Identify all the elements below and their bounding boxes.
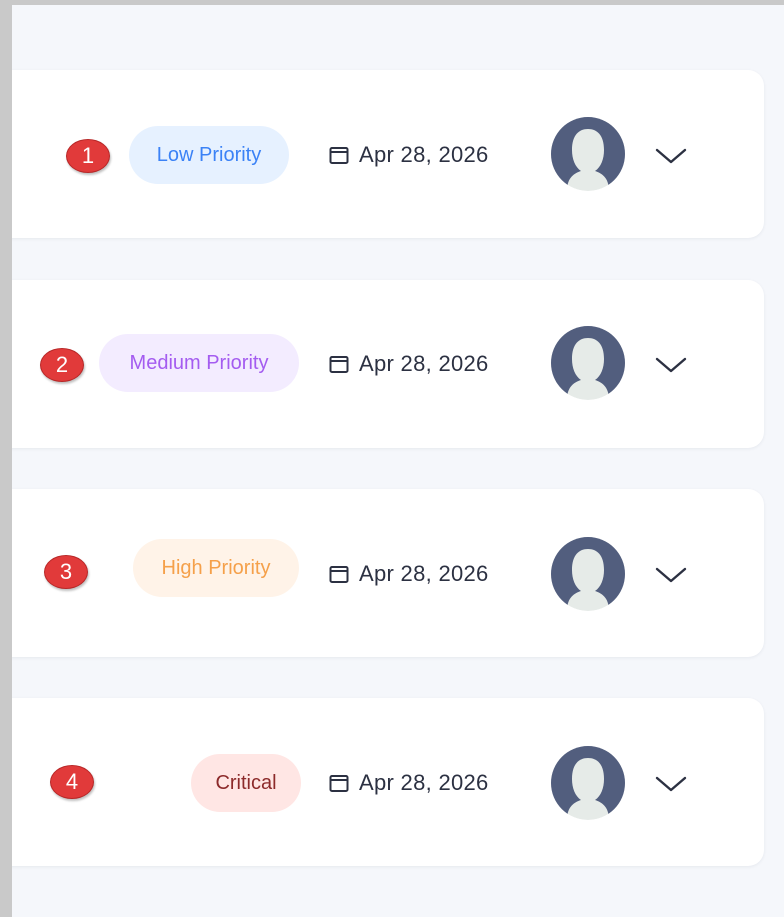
- avatar-placeholder-icon: [551, 537, 625, 611]
- chevron-down-icon[interactable]: [654, 355, 688, 375]
- due-date: Apr 28, 2026: [329, 349, 489, 379]
- due-date-text: Apr 28, 2026: [359, 142, 489, 167]
- assignee-avatar[interactable]: [551, 117, 625, 191]
- due-date: Apr 28, 2026: [329, 140, 489, 170]
- window-frame-left: [0, 0, 12, 917]
- calendar-icon: [329, 147, 349, 164]
- chevron-down-icon[interactable]: [654, 565, 688, 585]
- assignee-avatar[interactable]: [551, 746, 625, 820]
- task-card[interactable]: 3 High Priority Apr 28, 2026: [12, 489, 764, 657]
- task-list: 1 Low Priority Apr 28, 2026 2 Medium Pri…: [12, 5, 784, 917]
- task-card[interactable]: 4 Critical Apr 28, 2026: [12, 698, 764, 866]
- priority-badge-medium: Medium Priority: [99, 334, 299, 392]
- due-date: Apr 28, 2026: [329, 768, 489, 798]
- avatar-placeholder-icon: [551, 746, 625, 820]
- due-date-text: Apr 28, 2026: [359, 351, 489, 376]
- due-date-text: Apr 28, 2026: [359, 770, 489, 795]
- priority-badge-low: Low Priority: [129, 126, 289, 184]
- chevron-down-icon[interactable]: [654, 774, 688, 794]
- calendar-icon: [329, 775, 349, 792]
- task-number-badge: 4: [50, 765, 94, 799]
- chevron-down-icon[interactable]: [654, 146, 688, 166]
- calendar-icon: [329, 566, 349, 583]
- avatar-placeholder-icon: [551, 326, 625, 400]
- assignee-avatar[interactable]: [551, 326, 625, 400]
- due-date: Apr 28, 2026: [329, 559, 489, 589]
- due-date-text: Apr 28, 2026: [359, 561, 489, 586]
- avatar-placeholder-icon: [551, 117, 625, 191]
- task-number-badge: 2: [40, 348, 84, 382]
- calendar-icon: [329, 356, 349, 373]
- priority-badge-critical: Critical: [191, 754, 301, 812]
- task-number-badge: 3: [44, 555, 88, 589]
- assignee-avatar[interactable]: [551, 537, 625, 611]
- task-card[interactable]: 2 Medium Priority Apr 28, 2026: [12, 280, 764, 448]
- priority-badge-high: High Priority: [133, 539, 299, 597]
- task-number-badge: 1: [66, 139, 110, 173]
- task-card[interactable]: 1 Low Priority Apr 28, 2026: [12, 70, 764, 238]
